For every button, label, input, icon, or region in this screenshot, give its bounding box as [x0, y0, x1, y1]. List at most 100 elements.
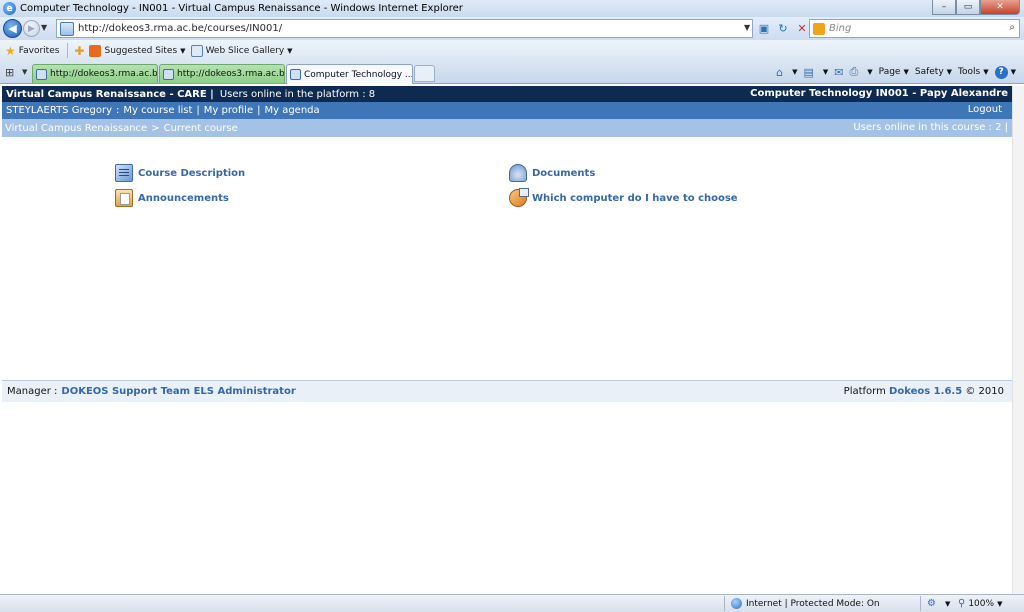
dokeos-link[interactable]: Dokeos 1.6.5: [889, 386, 962, 397]
platform-info: Platform Dokeos 1.6.5 © 2010: [844, 386, 1004, 397]
home-icon[interactable]: ⌂: [776, 66, 783, 79]
safety-menu[interactable]: Safety ▼: [915, 67, 952, 77]
tab-label: http://dokeos3.rma.ac.be/...: [177, 69, 285, 79]
help-icon: ?: [994, 65, 1008, 79]
page-content: Virtual Campus Renaissance - CARE | User…: [2, 86, 1012, 594]
new-tab-button[interactable]: [414, 65, 435, 82]
announcements-link[interactable]: Announcements: [138, 193, 229, 204]
tool-announcements[interactable]: Announcements: [115, 189, 229, 207]
chevron-down-icon: ▼: [903, 68, 909, 76]
course-description-link[interactable]: Course Description: [138, 168, 245, 179]
zoom-control[interactable]: ⚲ 100% ▼: [958, 598, 1002, 609]
quick-tabs-icon[interactable]: ⊞: [5, 66, 14, 79]
documents-icon: [509, 164, 527, 182]
refresh-icon[interactable]: ↻: [775, 20, 791, 36]
compatibility-view-icon[interactable]: ▣: [756, 20, 772, 36]
add-to-favorites-icon[interactable]: ✚: [74, 44, 84, 58]
page-footer: Manager : DOKEOS Support Team ELS Admini…: [2, 380, 1012, 402]
tab-label: Computer Technology ...: [304, 69, 413, 80]
chevron-down-icon: ▼: [997, 599, 1003, 608]
window-controls: – ▭ ✕: [932, 0, 1020, 15]
protected-mode-icon[interactable]: ⚙: [927, 598, 936, 609]
minimize-button[interactable]: –: [932, 0, 956, 15]
my-agenda-link[interactable]: My agenda: [264, 105, 319, 116]
manager-link[interactable]: DOKEOS Support Team ELS Administrator: [61, 386, 295, 397]
logout-link[interactable]: Logout: [968, 104, 1002, 115]
title-bar: e Computer Technology - IN001 - Virtual …: [0, 0, 1024, 17]
site-name: Virtual Campus Renaissance - CARE |: [6, 88, 214, 100]
suggested-sites-label: Suggested Sites: [104, 45, 178, 56]
safety-menu-label: Safety: [914, 67, 944, 77]
search-placeholder[interactable]: Bing: [829, 23, 851, 34]
breadcrumb: Virtual Campus Renaissance > Current cou…: [2, 119, 1012, 137]
back-button[interactable]: ◀: [3, 19, 22, 38]
platform-label: Platform: [843, 386, 886, 397]
chevron-down-icon[interactable]: ▼: [867, 68, 872, 76]
announcements-icon: [115, 189, 133, 207]
breadcrumb-separator: >: [151, 122, 160, 134]
suggested-sites-button[interactable]: Suggested Sites ▼: [89, 44, 186, 57]
address-toolbar: ◀ ▶ ▼ http://dokeos3.rma.ac.be/courses/I…: [0, 17, 1024, 40]
suggested-sites-icon: [89, 44, 102, 57]
breadcrumb-current-link[interactable]: Current course: [164, 123, 238, 134]
chevron-down-icon[interactable]: ▼: [792, 68, 797, 76]
manager-label: Manager :: [7, 386, 58, 397]
forward-button[interactable]: ▶: [23, 20, 40, 37]
tool-course-description[interactable]: Course Description: [115, 164, 245, 182]
chevron-down-icon: ▼: [946, 68, 953, 76]
breadcrumb-home-link[interactable]: Virtual Campus Renaissance: [5, 123, 147, 134]
tab-list-dropdown-icon[interactable]: ▼: [22, 68, 27, 76]
tab-favicon-icon: [163, 68, 174, 80]
web-slice-label: Web Slice Gallery: [205, 45, 285, 56]
maximize-button[interactable]: ▭: [956, 0, 980, 15]
help-menu[interactable]: ? ▼: [994, 65, 1016, 79]
zone-text: Internet | Protected Mode: On: [746, 598, 880, 609]
my-profile-link[interactable]: My profile: [204, 105, 253, 116]
web-slice-gallery-button[interactable]: Web Slice Gallery ▼: [190, 44, 293, 57]
address-dropdown-icon[interactable]: ▼: [744, 23, 750, 32]
chevron-down-icon: ▼: [1010, 68, 1016, 76]
documents-link[interactable]: Documents: [532, 168, 595, 179]
tab-3-active[interactable]: Computer Technology ... ✕: [286, 64, 413, 84]
search-icon[interactable]: ⌕: [1009, 22, 1015, 33]
tools-menu-label: Tools: [958, 67, 981, 77]
tool-documents[interactable]: Documents: [509, 164, 595, 182]
close-window-button[interactable]: ✕: [980, 0, 1020, 15]
tab-favicon-icon: [290, 69, 301, 80]
which-computer-link[interactable]: Which computer do I have to choose: [532, 193, 738, 204]
tab-bar: ⊞ ▼ http://dokeos3.rma.ac.be/... http://…: [0, 61, 1024, 84]
forward-arrow-icon: ▶: [28, 23, 35, 34]
chevron-down-icon[interactable]: ▼: [945, 600, 950, 608]
address-field[interactable]: http://dokeos3.rma.ac.be/courses/IN001/: [56, 19, 753, 38]
address-tools: ▣ ↻ ✕: [756, 20, 810, 36]
tool-which-computer[interactable]: Which computer do I have to choose: [509, 188, 738, 207]
course-description-icon: [115, 164, 133, 182]
url-text[interactable]: http://dokeos3.rma.ac.be/courses/IN001/: [78, 23, 282, 34]
stop-icon[interactable]: ✕: [794, 20, 810, 36]
print-icon[interactable]: ⎙: [849, 65, 858, 79]
page-menu[interactable]: Page ▼: [879, 67, 909, 77]
copyright: © 2010: [965, 386, 1004, 397]
security-zone[interactable]: Internet | Protected Mode: On: [731, 598, 880, 609]
search-field[interactable]: Bing ⌕: [809, 19, 1020, 38]
my-course-list-link[interactable]: My course list: [123, 105, 192, 116]
user-menu-bar: STEYLAERTS Gregory : My course list | My…: [2, 102, 1012, 119]
chevron-down-icon[interactable]: ▼: [823, 68, 828, 76]
tab-label: http://dokeos3.rma.ac.be/...: [50, 69, 158, 79]
tools-menu[interactable]: Tools ▼: [958, 67, 989, 77]
vertical-scrollbar[interactable]: [1012, 86, 1024, 594]
favorites-button[interactable]: ★ Favorites: [5, 44, 59, 58]
user-name: STEYLAERTS Gregory: [6, 105, 112, 116]
separator: :: [116, 105, 120, 116]
recent-pages-dropdown-icon[interactable]: ▼: [41, 23, 47, 32]
tab-2[interactable]: http://dokeos3.rma.ac.be/...: [159, 64, 285, 83]
zoom-icon: ⚲: [958, 598, 966, 609]
tab-favicon-icon: [36, 68, 47, 80]
feeds-icon[interactable]: ▤: [803, 66, 813, 79]
ie-icon: e: [3, 2, 16, 15]
mail-icon[interactable]: ✉: [834, 66, 843, 79]
window-title: Computer Technology - IN001 - Virtual Ca…: [20, 3, 463, 14]
computer-choice-icon: [509, 188, 529, 207]
course-tools: Course Description Documents Announcemen…: [2, 137, 1012, 380]
tab-1[interactable]: http://dokeos3.rma.ac.be/...: [32, 64, 158, 83]
